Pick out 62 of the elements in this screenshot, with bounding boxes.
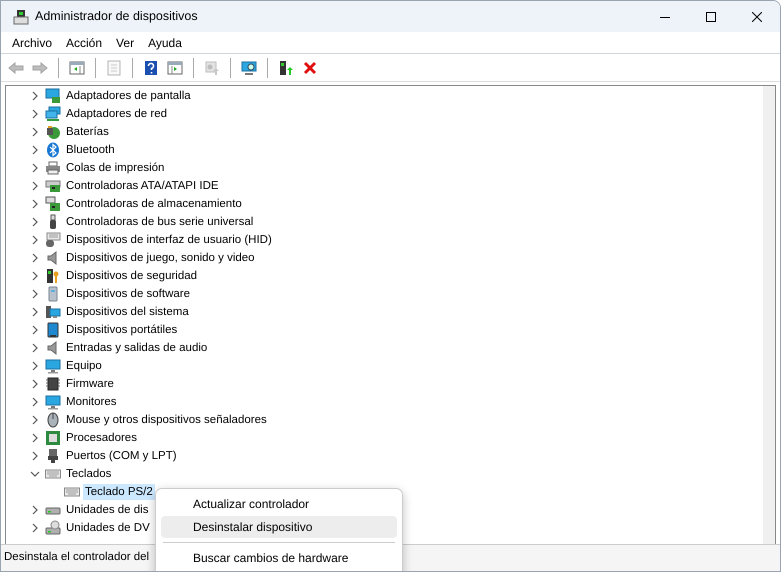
tree-item[interactable]: Mouse y otros dispositivos señaladores [64, 412, 269, 428]
tree-item[interactable]: Colas de impresión [64, 160, 166, 176]
scrollbar[interactable] [763, 86, 775, 544]
menu-item[interactable]: Buscar cambios de hardware [161, 547, 397, 569]
tree-item[interactable]: Teclado PS/2 [83, 484, 155, 500]
bluetooth-icon [45, 142, 61, 158]
tree-item[interactable]: Controladoras ATA/ATAPI IDE [64, 178, 221, 194]
tree-item[interactable]: Dispositivos del sistema [64, 304, 191, 320]
tree-item[interactable]: Dispositivos de seguridad [64, 268, 200, 284]
tree-item[interactable]: Dispositivos de software [64, 286, 192, 302]
computer-icon [45, 304, 61, 320]
menu-item[interactable]: Actualizar controlador [161, 493, 397, 515]
tree-item[interactable]: Bluetooth [64, 142, 117, 158]
menu-item[interactable]: Ayuda [141, 34, 189, 52]
mouse-icon [45, 412, 61, 428]
device-manager-icon [13, 8, 29, 24]
window-title: Administrador de dispositivos [35, 8, 198, 26]
monitor-icon [45, 88, 61, 104]
close-icon[interactable] [752, 12, 762, 22]
network-icon [45, 106, 61, 122]
scan-monitor-icon[interactable] [241, 60, 257, 76]
tree-item[interactable]: Teclados [64, 466, 114, 482]
printer-icon [45, 160, 61, 176]
status-text: Desinstala el controlador del [4, 550, 150, 566]
port-icon [45, 448, 61, 464]
uninstall-icon[interactable] [302, 60, 318, 76]
circuit-board-icon [45, 196, 61, 212]
tree-item[interactable]: Entradas y salidas de audio [64, 340, 210, 356]
tree-item[interactable]: Firmware [64, 376, 116, 392]
menu-item[interactable]: Archivo [5, 34, 60, 52]
disc-drive-icon [45, 520, 61, 536]
tree-item[interactable]: Adaptadores de pantalla [64, 88, 193, 104]
tree-item[interactable]: Equipo [64, 358, 104, 374]
tree-item[interactable]: Dispositivos de juego, sonido y video [64, 250, 257, 266]
menu-item[interactable]: Acción [59, 34, 110, 52]
monitor-icon [45, 358, 61, 374]
tree-item[interactable]: Puertos (COM y LPT) [64, 448, 179, 464]
pane-icon[interactable] [167, 60, 183, 76]
key-icon [45, 268, 61, 284]
phone-icon [45, 322, 61, 338]
device-enable-icon[interactable] [278, 60, 294, 76]
tree-item[interactable]: Controladoras de almacenamiento [64, 196, 244, 212]
keyboard-icon [45, 232, 61, 248]
monitor-icon [45, 394, 61, 410]
processor-icon [45, 430, 61, 446]
tree-item[interactable]: Procesadores [64, 430, 139, 446]
battery-icon [45, 124, 61, 140]
menu-item[interactable]: Desinstalar dispositivo [161, 516, 397, 538]
maximize-icon[interactable] [706, 12, 716, 22]
pane-icon[interactable] [69, 60, 85, 76]
tree-item[interactable]: Baterías [64, 124, 111, 140]
chip-icon [45, 376, 61, 392]
tree-item[interactable]: Dispositivos de interfaz de usuario (HID) [64, 232, 274, 248]
tree-item[interactable]: Adaptadores de red [64, 106, 170, 122]
tree-item[interactable]: Controladoras de bus serie universal [64, 214, 256, 230]
tree-item[interactable]: Dispositivos portátiles [64, 322, 180, 338]
tree-item[interactable]: Unidades de dis [64, 502, 150, 518]
tree-item[interactable]: Monitores [64, 394, 118, 410]
tree-item[interactable]: Unidades de DV [64, 520, 152, 536]
circuit-board-icon [45, 178, 61, 194]
help-icon[interactable] [143, 60, 159, 76]
menu-item[interactable]: Ver [109, 34, 142, 52]
